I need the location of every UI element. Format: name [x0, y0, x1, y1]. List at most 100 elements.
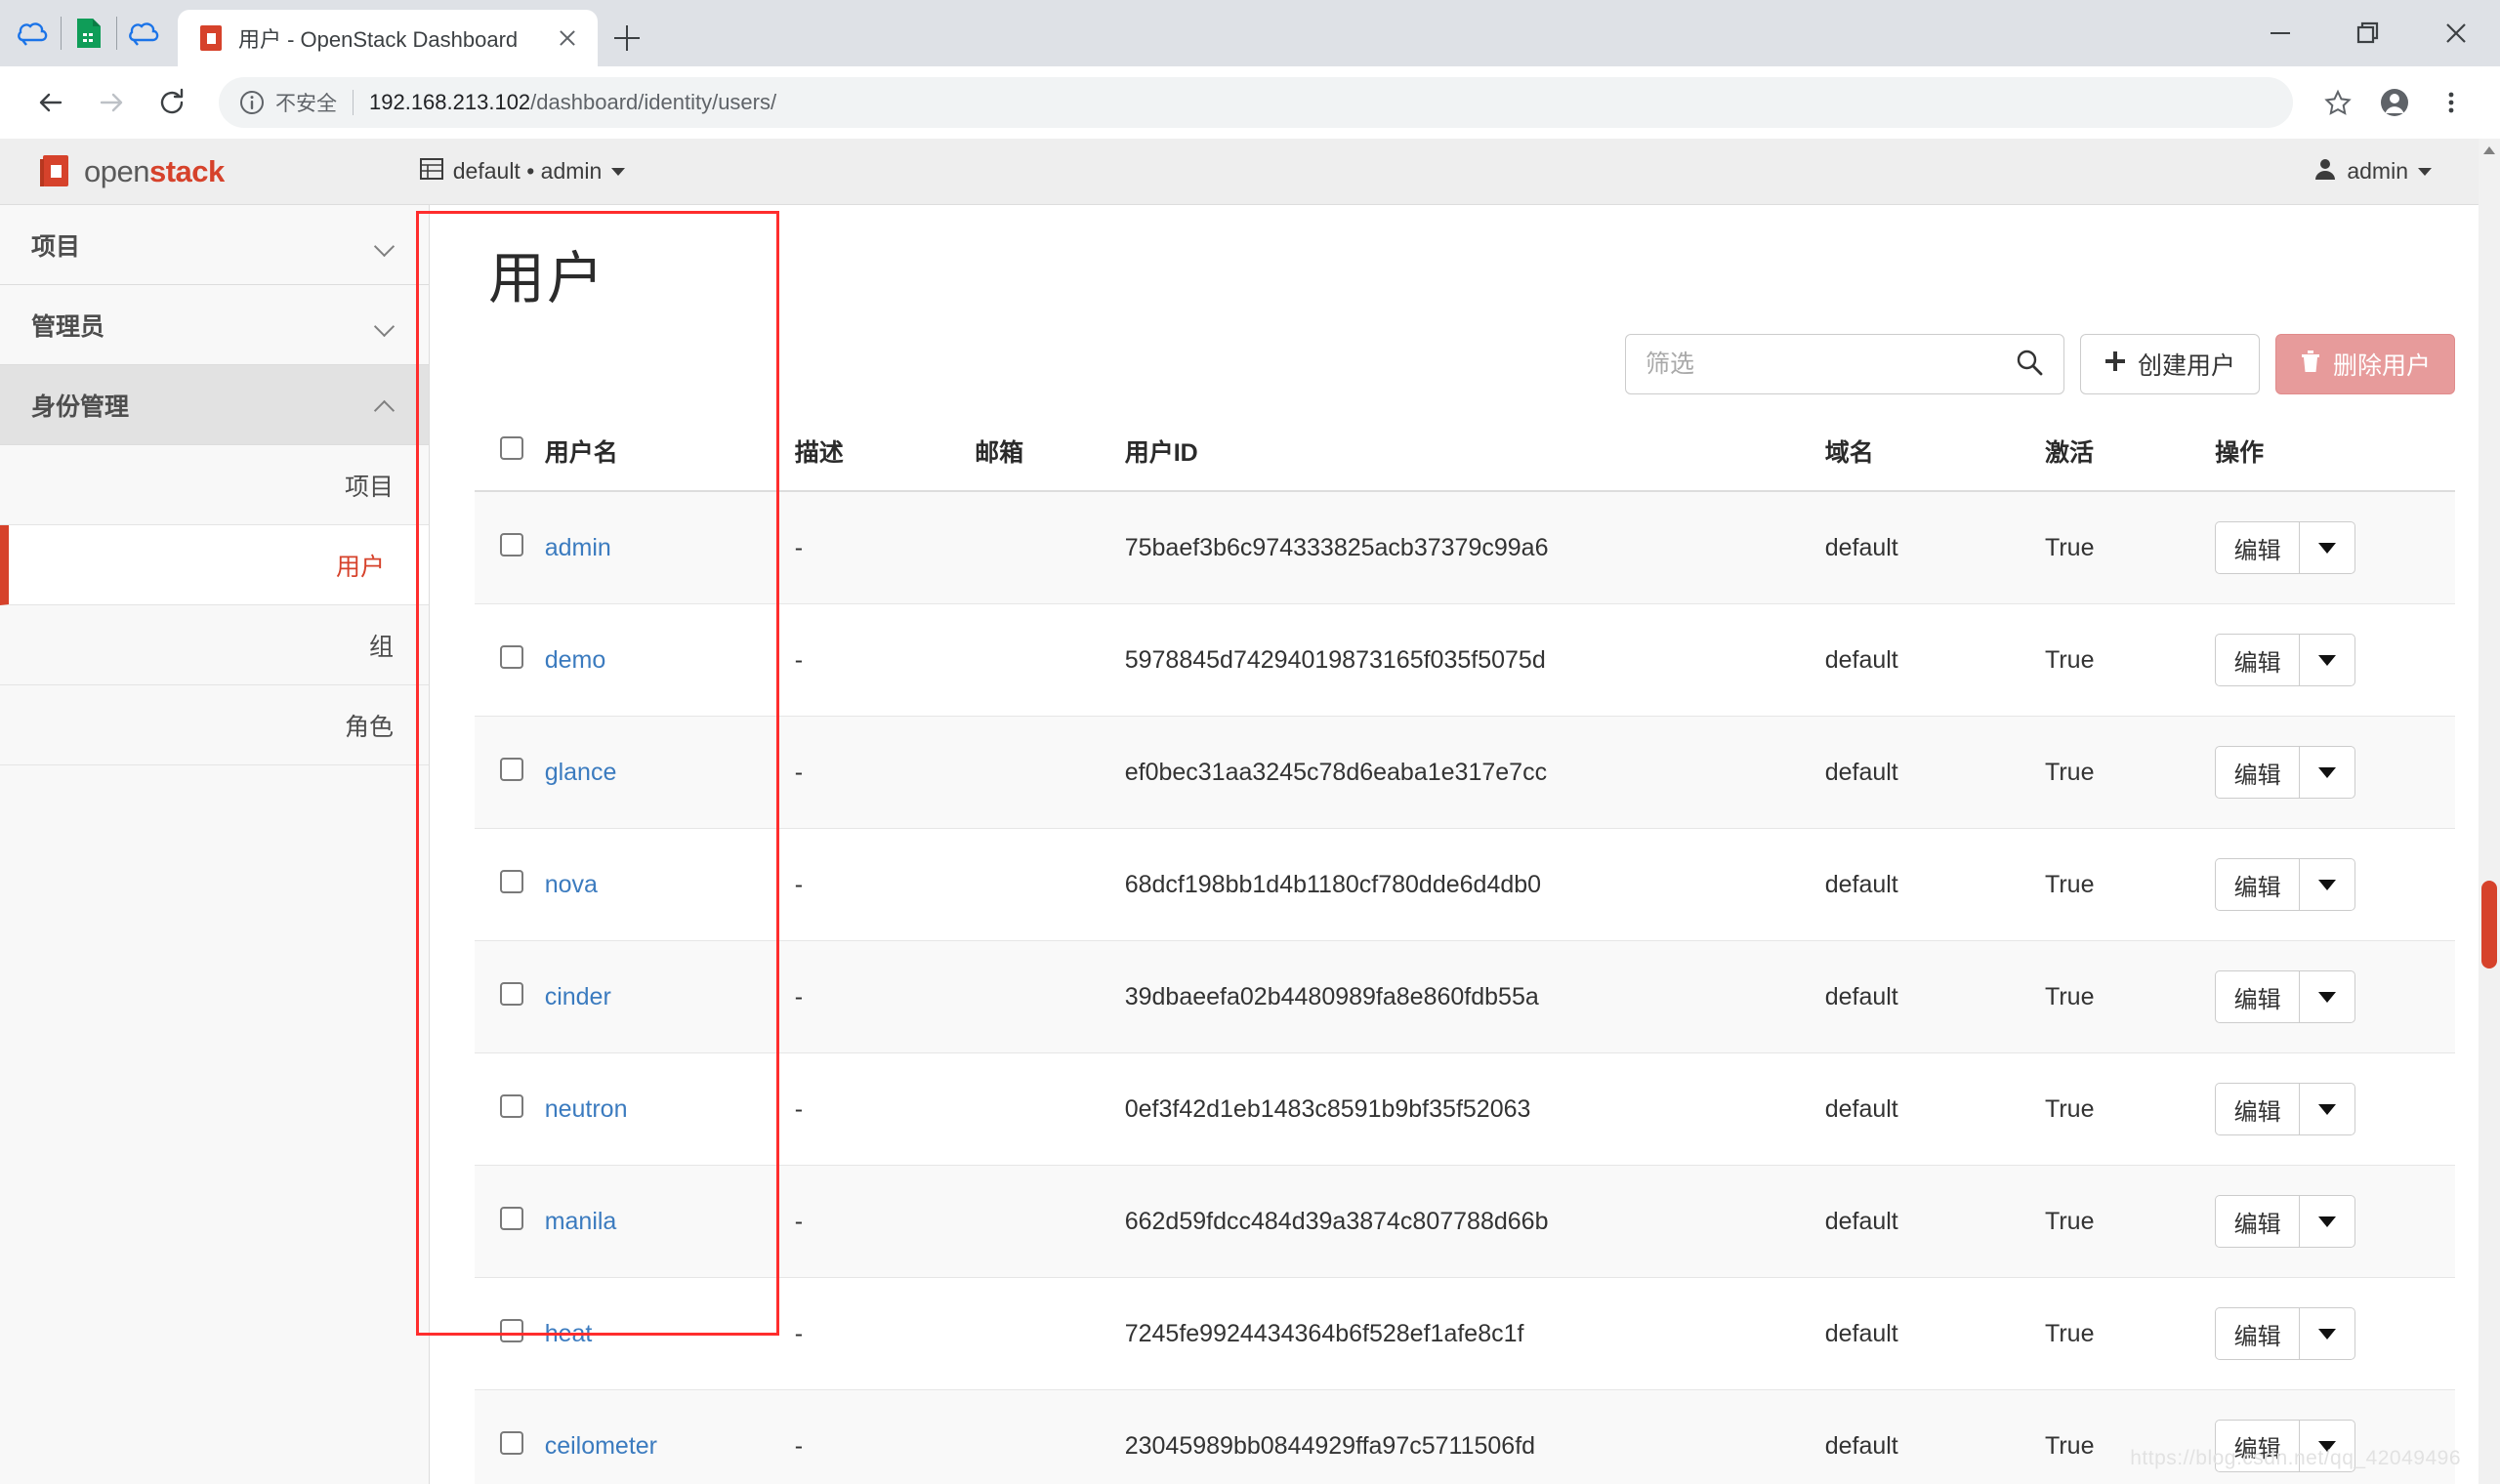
header-user-id[interactable]: 用户ID	[1124, 412, 1825, 492]
reload-button[interactable]	[145, 75, 199, 130]
profile-avatar-icon[interactable]	[2369, 77, 2420, 128]
edit-button[interactable]: 编辑	[2215, 634, 2300, 686]
edit-button[interactable]: 编辑	[2215, 521, 2300, 574]
sidebar-group-project[interactable]: 项目	[0, 205, 429, 285]
table-row[interactable]: neutron - 0ef3f42d1eb1483c8591b9bf35f52063…	[475, 1052, 2455, 1166]
table-row[interactable]: admin - 75baef3b6c974333825acb37379c99a6 de…	[475, 491, 2455, 604]
table-row[interactable]: cinder - 39dbaeefa02b4480989fa8e860fdb55a d…	[475, 940, 2455, 1053]
browser-tab-active[interactable]: 用户 - OpenStack Dashboard	[178, 10, 598, 66]
search-input[interactable]	[1645, 350, 2015, 379]
user-link[interactable]: heat	[545, 1320, 593, 1347]
sidebar-item-users[interactable]: 用户	[0, 525, 429, 605]
sidebar-item-projects[interactable]: 项目	[0, 445, 429, 525]
table-row[interactable]: heat - 7245fe9924434364b6f528ef1afe8c1f def…	[475, 1277, 2455, 1390]
row-select-cell[interactable]	[475, 603, 545, 717]
edit-button[interactable]: 编辑	[2215, 746, 2300, 799]
row-action-group[interactable]: 编辑	[2215, 746, 2356, 799]
row-actions-dropdown-button[interactable]	[2299, 1307, 2356, 1360]
scroll-up-arrow-icon[interactable]	[2483, 146, 2495, 154]
edit-button[interactable]: 编辑	[2215, 1195, 2300, 1248]
user-link[interactable]: nova	[545, 871, 598, 898]
scrollbar-thumb[interactable]	[2481, 881, 2497, 969]
cell-username[interactable]: admin	[544, 491, 795, 604]
close-icon[interactable]	[551, 21, 584, 55]
sidebar-group-admin[interactable]: 管理员	[0, 285, 429, 365]
row-select-cell[interactable]	[475, 1389, 545, 1484]
row-select-cell[interactable]	[475, 1165, 545, 1278]
bookmark-star-icon[interactable]	[2312, 77, 2363, 128]
filter-box[interactable]	[1624, 334, 2064, 394]
openstack-logo[interactable]: openstack	[39, 153, 225, 190]
row-action-group[interactable]: 编辑	[2215, 521, 2356, 574]
row-actions-dropdown-button[interactable]	[2299, 746, 2356, 799]
row-checkbox[interactable]	[500, 644, 523, 669]
header-username[interactable]: 用户名	[544, 412, 795, 492]
row-actions-dropdown-button[interactable]	[2299, 858, 2356, 911]
search-icon[interactable]	[2015, 348, 2044, 382]
cell-username[interactable]: manila	[544, 1165, 795, 1278]
user-link[interactable]: neutron	[545, 1095, 628, 1123]
sidebar-item-roles[interactable]: 角色	[0, 685, 429, 765]
row-select-cell[interactable]	[475, 716, 545, 829]
row-actions-dropdown-button[interactable]	[2299, 521, 2356, 574]
user-link[interactable]: manila	[545, 1208, 617, 1235]
row-checkbox[interactable]	[500, 1206, 523, 1230]
user-link[interactable]: admin	[545, 534, 611, 561]
row-actions-dropdown-button[interactable]	[2299, 970, 2356, 1023]
row-select-cell[interactable]	[475, 1277, 545, 1390]
row-select-cell[interactable]	[475, 491, 545, 604]
browser-menu-icon[interactable]	[2426, 77, 2477, 128]
minimize-button[interactable]	[2236, 0, 2324, 66]
row-checkbox[interactable]	[500, 981, 523, 1006]
header-select-all[interactable]	[475, 412, 545, 492]
address-bar[interactable]: 不安全 192.168.213.102/dashboard/identity/u…	[219, 77, 2293, 128]
cell-username[interactable]: ceilometer	[544, 1389, 795, 1484]
edit-button[interactable]: 编辑	[2215, 970, 2300, 1023]
cell-username[interactable]: neutron	[544, 1052, 795, 1166]
new-tab-button[interactable]	[598, 10, 656, 66]
edit-button[interactable]: 编辑	[2215, 1307, 2300, 1360]
info-circle-icon[interactable]	[238, 89, 266, 116]
cell-username[interactable]: demo	[544, 603, 795, 717]
forward-button[interactable]	[84, 75, 139, 130]
header-email[interactable]: 邮箱	[975, 412, 1125, 492]
user-link[interactable]: demo	[545, 646, 606, 674]
row-action-group[interactable]: 编辑	[2215, 1195, 2356, 1248]
user-link[interactable]: ceilometer	[545, 1432, 657, 1460]
create-user-button[interactable]: 创建用户	[2079, 334, 2260, 394]
header-active[interactable]: 激活	[2045, 412, 2216, 492]
row-action-group[interactable]: 编辑	[2215, 858, 2356, 911]
select-all-checkbox[interactable]	[500, 435, 523, 460]
user-link[interactable]: cinder	[545, 983, 611, 1010]
header-description[interactable]: 描述	[794, 412, 976, 492]
cell-username[interactable]: cinder	[544, 940, 795, 1053]
user-menu[interactable]: admin	[2313, 157, 2432, 186]
cloud-icon[interactable]	[117, 0, 172, 66]
table-row[interactable]: demo - 5978845d74294019873165f035f5075d def…	[475, 603, 2455, 717]
cell-username[interactable]: nova	[544, 828, 795, 941]
close-button[interactable]	[2412, 0, 2500, 66]
row-checkbox[interactable]	[500, 1093, 523, 1118]
row-action-group[interactable]: 编辑	[2215, 1307, 2356, 1360]
row-select-cell[interactable]	[475, 1052, 545, 1166]
delete-user-button[interactable]: 删除用户	[2274, 334, 2455, 394]
table-row[interactable]: manila - 662d59fdcc484d39a3874c807788d66b d…	[475, 1165, 2455, 1278]
sidebar-group-identity[interactable]: 身份管理	[0, 365, 429, 445]
maximize-button[interactable]	[2324, 0, 2412, 66]
row-action-group[interactable]: 编辑	[2215, 970, 2356, 1023]
row-checkbox[interactable]	[500, 1318, 523, 1342]
cloud-icon[interactable]	[6, 0, 61, 66]
table-row[interactable]: nova - 68dcf198bb1d4b1180cf780dde6d4db0 def…	[475, 828, 2455, 941]
row-actions-dropdown-button[interactable]	[2299, 1083, 2356, 1135]
page-scrollbar[interactable]	[2479, 139, 2500, 1484]
row-actions-dropdown-button[interactable]	[2299, 634, 2356, 686]
row-checkbox[interactable]	[500, 757, 523, 781]
row-action-group[interactable]: 编辑	[2215, 634, 2356, 686]
row-actions-dropdown-button[interactable]	[2299, 1195, 2356, 1248]
sidebar-item-groups[interactable]: 组	[0, 605, 429, 685]
row-select-cell[interactable]	[475, 940, 545, 1053]
sheets-icon[interactable]	[62, 0, 116, 66]
row-checkbox[interactable]	[500, 1430, 523, 1455]
row-action-group[interactable]: 编辑	[2215, 1083, 2356, 1135]
edit-button[interactable]: 编辑	[2215, 858, 2300, 911]
